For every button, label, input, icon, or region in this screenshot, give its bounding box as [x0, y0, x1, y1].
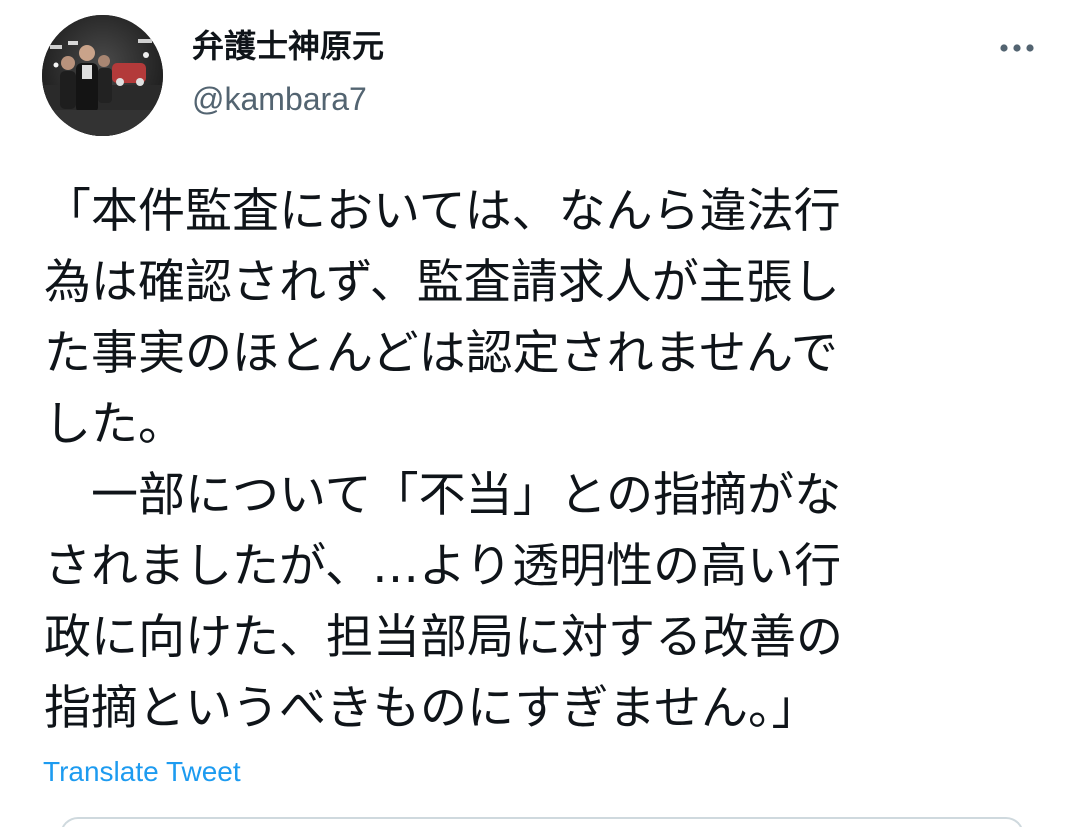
tweet-text-line: されましたが、…より透明性の高い行 — [44, 539, 842, 594]
tweet-text-line: した。 — [44, 397, 185, 452]
author-handle[interactable]: @kambara7 — [192, 79, 367, 119]
tweet-text-line: 「本件監査においては、なんら違法行 — [44, 184, 841, 239]
tweet-text: 「本件監査においては、なんら違法行 為は確認されず、監査請求人が主張し た事実の… — [44, 176, 1034, 744]
avatar-photo — [42, 15, 163, 136]
more-horizontal-icon — [1000, 44, 1034, 52]
avatar[interactable] — [42, 15, 163, 136]
tweet-text-line: 政に向けた、担当部局に対する改善の — [44, 610, 843, 665]
tweet-text-line: 為は確認されず、監査請求人が主張し — [44, 255, 840, 310]
embedded-card-edge — [60, 817, 1024, 827]
tweet-text-line: 指摘というべきものにすぎません。」 — [44, 681, 819, 736]
author-display-name[interactable]: 弁護士神原元 — [192, 24, 384, 68]
tweet-card: 弁護士神原元 @kambara7 「本件監査においては、なんら違法行 為は確認さ… — [0, 0, 1080, 827]
tweet-text-line: た事実のほとんどは認定されませんで — [44, 326, 838, 381]
translate-tweet-link[interactable]: Translate Tweet — [43, 754, 241, 790]
more-options-button[interactable] — [993, 30, 1041, 66]
tweet-text-line: 一部について「不当」との指摘がな — [44, 468, 842, 523]
